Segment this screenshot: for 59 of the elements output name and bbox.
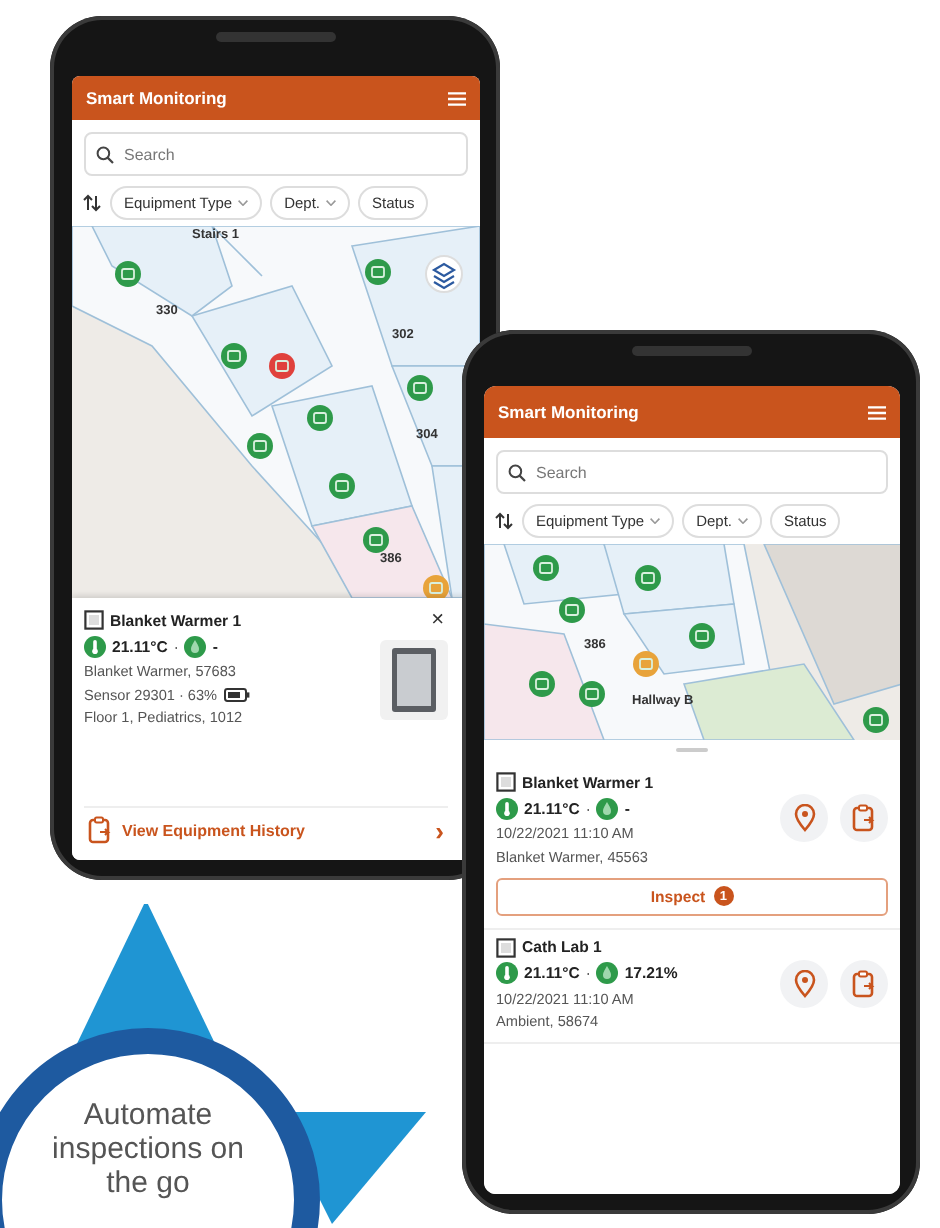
equipment-marker[interactable]: [269, 353, 295, 379]
clipboard-icon: [852, 804, 876, 833]
app-title: Smart Monitoring: [86, 88, 227, 108]
locate-button[interactable]: [780, 794, 828, 843]
clipboard-icon: [852, 969, 876, 998]
search-field[interactable]: Search: [84, 132, 468, 176]
locate-button[interactable]: [780, 959, 828, 1008]
sort-icon[interactable]: [82, 194, 102, 212]
humidity-icon: [184, 635, 207, 657]
history-button[interactable]: [840, 794, 888, 843]
view-history-link[interactable]: View Equipment History ›: [84, 806, 448, 852]
drag-handle[interactable]: [676, 748, 708, 752]
thermometer-icon: [84, 635, 106, 657]
equipment-marker[interactable]: [247, 433, 273, 459]
search-field[interactable]: Search: [496, 450, 888, 494]
speaker-slot: [631, 346, 751, 356]
equipment-marker[interactable]: [423, 575, 449, 598]
equipment-marker[interactable]: [579, 681, 605, 707]
equipment-marker[interactable]: [635, 565, 661, 591]
caret-icon: [238, 200, 249, 206]
caret-icon: [738, 518, 749, 524]
sort-icon[interactable]: [494, 512, 514, 530]
equipment-marker[interactable]: [533, 555, 559, 581]
history-button[interactable]: [840, 959, 888, 1008]
equipment-marker[interactable]: [307, 405, 333, 431]
equipment-marker[interactable]: [529, 671, 555, 697]
speaker-slot: [215, 32, 335, 42]
close-button[interactable]: ×: [427, 610, 448, 632]
product-photo: [380, 640, 448, 720]
equipment-marker[interactable]: [863, 707, 889, 733]
location-pin-icon: [793, 969, 815, 998]
equipment-marker[interactable]: [329, 473, 355, 499]
menu-icon[interactable]: [448, 91, 466, 105]
equipment-marker[interactable]: [365, 259, 391, 285]
app-title: Smart Monitoring: [498, 402, 639, 422]
equipment-marker[interactable]: [633, 651, 659, 677]
thermometer-icon: [496, 962, 518, 984]
thermometer-icon: [496, 797, 518, 819]
location-pin-icon: [793, 804, 815, 833]
equipment-icon: [496, 772, 516, 792]
equipment-icon: [84, 610, 104, 630]
menu-icon[interactable]: [868, 405, 886, 419]
clipboard-icon: [88, 816, 112, 844]
equipment-marker[interactable]: [363, 527, 389, 553]
search-icon: [508, 464, 526, 482]
humidity-icon: [596, 962, 619, 984]
layers-button[interactable]: [425, 255, 463, 293]
equipment-marker[interactable]: [115, 261, 141, 287]
promo-text: Automate inspections on the go: [52, 1098, 244, 1204]
battery-icon: [223, 687, 250, 701]
equipment-icon: [496, 937, 516, 957]
caret-icon: [326, 200, 337, 206]
caret-icon: [650, 518, 661, 524]
equipment-marker[interactable]: [559, 597, 585, 623]
equipment-marker[interactable]: [221, 343, 247, 369]
equipment-marker[interactable]: [407, 375, 433, 401]
search-icon: [96, 146, 114, 164]
humidity-icon: [596, 797, 619, 819]
equipment-marker[interactable]: [689, 623, 715, 649]
